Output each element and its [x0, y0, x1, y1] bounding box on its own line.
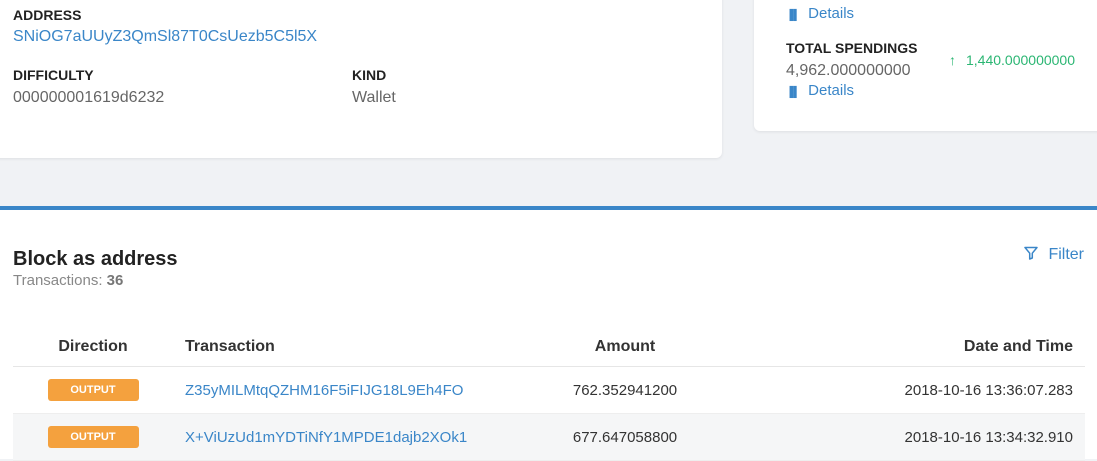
total-spendings-value: 4,962.000000000: [786, 62, 911, 79]
delta-value: 1,440.000000000: [966, 52, 1075, 68]
difficulty-value: 000000001619d6232: [13, 89, 165, 106]
transaction-count: Transactions: 36: [13, 272, 123, 289]
amount-cell: 677.647058800: [505, 413, 745, 461]
kind-label: KIND: [352, 67, 387, 83]
address-label: ADDRESS: [13, 7, 82, 23]
direction-badge: OUTPUT: [47, 379, 139, 401]
amount-cell: 762.352941200: [505, 366, 745, 414]
direction-cell: OUTPUT: [13, 413, 173, 461]
total-spendings-delta: ↑ 1,440.000000000: [949, 52, 1075, 68]
transaction-link[interactable]: X+ViUzUd1mYDTiNfY1MPDE1dajb2XOk1: [185, 429, 467, 446]
table-row: OUTPUT X+ViUzUd1mYDTiNfY1MPDE1dajb2XOk1 …: [13, 413, 1085, 461]
column-header-date[interactable]: Date and Time: [745, 328, 1085, 367]
transaction-cell: X+ViUzUd1mYDTiNfY1MPDE1dajb2XOk1: [173, 413, 505, 461]
table-header-row: Direction Transaction Amount Date and Ti…: [13, 328, 1085, 367]
column-header-amount[interactable]: Amount: [505, 328, 745, 367]
block-info-card: ADDRESS SNiOG7aUUyZ3QmSl87T0CsUezb5C5l5X…: [0, 0, 722, 158]
direction-badge: OUTPUT: [47, 426, 139, 448]
transaction-count-value: 36: [106, 272, 124, 289]
datetime-cell: 2018-10-16 13:34:32.910: [745, 413, 1085, 461]
bar-chart-icon: ▐▌: [786, 10, 801, 21]
transaction-link[interactable]: Z35yMILMtqQZHM16F5iFIJG18L9Eh4FO: [185, 382, 463, 399]
table-row: OUTPUT Z35yMILMtqQZHM16F5iFIJG18L9Eh4FO …: [13, 366, 1085, 414]
transaction-cell: Z35yMILMtqQZHM16F5iFIJG18L9Eh4FO: [173, 366, 505, 414]
details-label: Details: [808, 5, 855, 22]
transactions-table: Direction Transaction Amount Date and Ti…: [13, 328, 1085, 461]
transaction-count-label: Transactions:: [13, 272, 103, 289]
details-link-top[interactable]: ▐▌ Details: [786, 5, 854, 22]
funnel-icon: [1024, 246, 1042, 263]
column-header-direction[interactable]: Direction: [13, 328, 173, 367]
filter-button[interactable]: Filter: [1024, 246, 1084, 264]
datetime-cell: 2018-10-16 13:36:07.283: [745, 366, 1085, 414]
details-link-bottom[interactable]: ▐▌ Details: [786, 82, 854, 99]
bar-chart-icon: ▐▌: [786, 87, 801, 98]
filter-label: Filter: [1048, 246, 1084, 263]
column-header-transaction[interactable]: Transaction: [173, 328, 505, 367]
section-title: Block as address: [13, 248, 178, 270]
kind-value: Wallet: [352, 89, 396, 106]
transactions-section: Block as address Transactions: 36 Filter…: [0, 206, 1097, 461]
direction-cell: OUTPUT: [13, 366, 173, 414]
arrow-up-icon: ↑: [949, 52, 956, 68]
total-spendings-label: TOTAL SPENDINGS: [786, 40, 918, 56]
spendings-card: ▐▌ Details TOTAL SPENDINGS 4,962.00000000…: [754, 0, 1097, 131]
difficulty-label: DIFFICULTY: [13, 67, 94, 83]
details-label: Details: [808, 82, 855, 99]
address-link[interactable]: SNiOG7aUUyZ3QmSl87T0CsUezb5C5l5X: [13, 28, 317, 46]
